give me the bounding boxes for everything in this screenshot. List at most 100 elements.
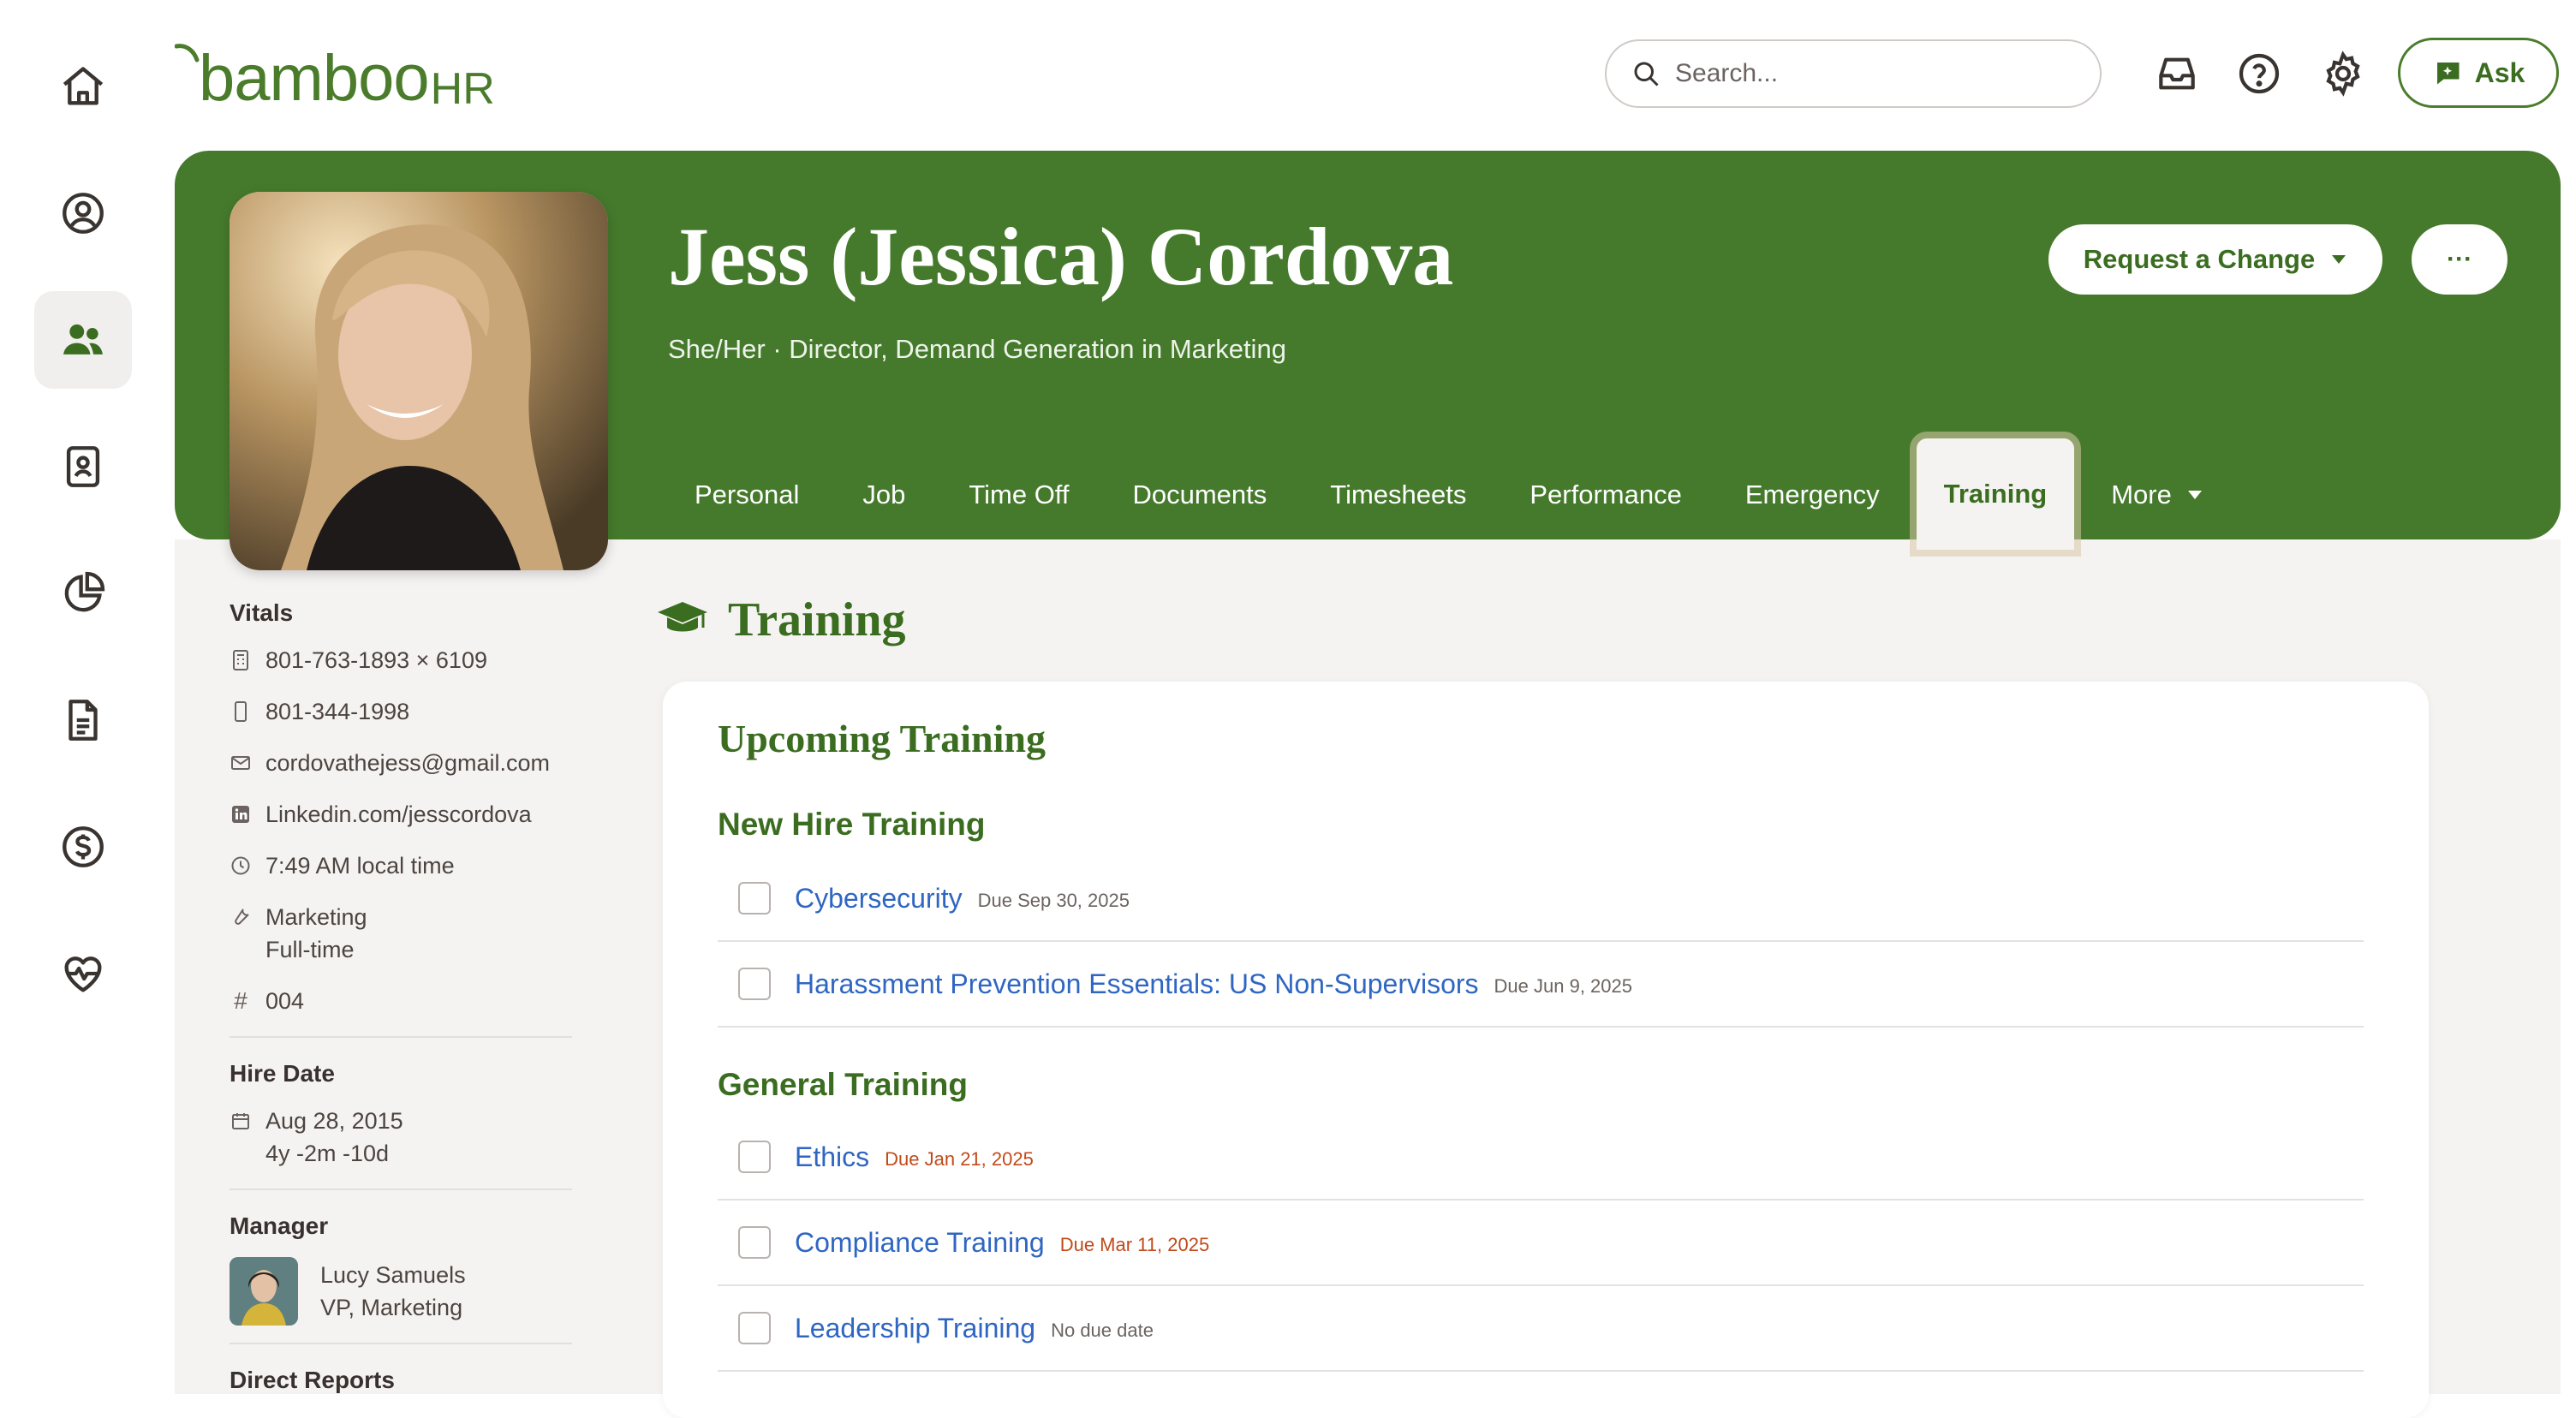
tab-time-off[interactable]: Time Off xyxy=(937,438,1100,551)
logo-suffix: HR xyxy=(430,64,495,114)
training-title-text: Training xyxy=(728,593,906,646)
manager-name[interactable]: Lucy Samuels xyxy=(320,1259,466,1291)
training-item: Harassment Prevention Essentials: US Non… xyxy=(718,942,2364,1028)
training-item: Ethics Due Jan 21, 2025 xyxy=(718,1115,2364,1201)
tenure: 4y -2m -10d xyxy=(265,1141,390,1166)
help-button[interactable] xyxy=(2232,46,2287,101)
training-link[interactable]: Leadership Training xyxy=(795,1313,1035,1344)
nav-reports[interactable] xyxy=(34,545,132,642)
training-link[interactable]: Compliance Training xyxy=(795,1227,1045,1259)
nav-directory[interactable] xyxy=(34,418,132,515)
training-checkbox[interactable] xyxy=(738,1312,771,1344)
hire-date-row: Aug 28, 2015 4y -2m -10d xyxy=(230,1105,572,1170)
linkedin-link[interactable]: Linkedin.com/jesscordova xyxy=(265,798,532,831)
due-date: No due date xyxy=(1051,1320,1154,1341)
nav-my-info[interactable] xyxy=(34,164,132,262)
calendar-icon xyxy=(232,1113,249,1129)
upcoming-training-heading: Upcoming Training xyxy=(718,717,1046,760)
chat-sparkle-icon xyxy=(2436,63,2460,85)
work-phone-row: 801-763-1893 × 6109 xyxy=(230,644,572,676)
request-change-label: Request a Change xyxy=(2083,244,2316,274)
ask-button[interactable]: Ask xyxy=(2398,38,2559,108)
manager-card[interactable]: Lucy Samuels VP, Marketing xyxy=(230,1257,572,1326)
nav-benefits[interactable] xyxy=(34,925,132,1022)
nav-home[interactable] xyxy=(34,38,132,135)
training-section-title: Training xyxy=(656,593,905,647)
user-circle-icon xyxy=(63,193,104,234)
due-date: Due Jan 21, 2025 xyxy=(885,1148,1034,1170)
training-checkbox[interactable] xyxy=(738,1141,771,1173)
training-link[interactable]: Cybersecurity xyxy=(795,883,963,915)
employee-number-row: # 004 xyxy=(230,985,572,1017)
email-link[interactable]: cordovathejess@gmail.com xyxy=(265,747,550,779)
mobile-phone[interactable]: 801-344-1998 xyxy=(265,695,409,728)
tab-documents[interactable]: Documents xyxy=(1100,438,1298,551)
nav-people[interactable] xyxy=(34,291,132,389)
nav-payroll[interactable] xyxy=(34,798,132,896)
bamboohr-logo[interactable]: bamboo HR xyxy=(175,43,495,111)
hire-date-heading: Hire Date xyxy=(230,1060,335,1087)
hire-date: Aug 28, 2015 xyxy=(265,1108,403,1134)
training-link[interactable]: Harassment Prevention Essentials: US Non… xyxy=(795,968,1479,1000)
local-time-row: 7:49 AM local time xyxy=(230,849,572,882)
training-card: Upcoming Training New Hire Training Cybe… xyxy=(663,682,2429,1418)
due-date: Due Jun 9, 2025 xyxy=(1494,975,1633,997)
linkedin-icon xyxy=(232,806,249,823)
request-change-button[interactable]: Request a Change xyxy=(2048,224,2382,295)
search-input[interactable] xyxy=(1673,58,2054,89)
work-phone[interactable]: 801-763-1893 × 6109 xyxy=(265,644,487,676)
clock-icon xyxy=(231,856,250,875)
desk-phone-icon xyxy=(233,650,248,670)
local-time: 7:49 AM local time xyxy=(265,853,455,879)
due-date: Due Sep 30, 2025 xyxy=(977,890,1130,911)
profile-photo-image xyxy=(230,192,608,570)
group-heading: General Training xyxy=(718,1067,968,1102)
vitals-heading: Vitals xyxy=(230,599,294,626)
tab-training[interactable]: Training xyxy=(1916,438,2075,550)
training-checkbox[interactable] xyxy=(738,968,771,1000)
tab-timesheets[interactable]: Timesheets xyxy=(1298,438,1498,551)
document-icon xyxy=(69,700,98,741)
due-date: Due Mar 11, 2025 xyxy=(1059,1234,1210,1255)
direct-reports-heading: Direct Reports xyxy=(230,1367,395,1393)
mobile-phone-row: 801-344-1998 xyxy=(230,695,572,728)
tab-personal[interactable]: Personal xyxy=(663,438,831,551)
tab-performance[interactable]: Performance xyxy=(1498,438,1713,551)
search-box[interactable] xyxy=(1605,39,2102,108)
tab-job[interactable]: Job xyxy=(831,438,937,551)
home-icon xyxy=(63,67,104,105)
training-link[interactable]: Ethics xyxy=(795,1141,869,1173)
envelope-icon xyxy=(231,756,250,770)
pie-chart-icon xyxy=(64,571,105,612)
manager-avatar-image xyxy=(230,1257,298,1326)
divider xyxy=(230,1036,572,1038)
heart-pulse-icon xyxy=(64,956,102,992)
training-checkbox[interactable] xyxy=(738,882,771,915)
training-checkbox[interactable] xyxy=(738,1226,771,1259)
profile-tabs: Personal Job Time Off Documents Timeshee… xyxy=(663,438,2236,550)
employee-number: 004 xyxy=(265,988,305,1014)
graduation-cap-icon xyxy=(658,602,707,632)
department: Marketing xyxy=(265,904,367,930)
nav-files[interactable] xyxy=(34,671,132,769)
manager-title: VP, Marketing xyxy=(320,1295,463,1320)
more-actions-button[interactable]: ··· xyxy=(2412,224,2507,295)
email-row: cordovathejess@gmail.com xyxy=(230,747,572,779)
employee-subtitle: She/Her · Director, Demand Generation in… xyxy=(668,334,1286,364)
profile-photo[interactable] xyxy=(230,192,608,570)
people-icon xyxy=(63,324,103,354)
inbox-button[interactable] xyxy=(2150,46,2204,101)
linkedin-row: Linkedin.com/jesscordova xyxy=(230,798,572,831)
gear-icon xyxy=(2326,51,2360,97)
training-item: Leadership Training No due date xyxy=(718,1286,2364,1372)
tab-emergency[interactable]: Emergency xyxy=(1714,438,1911,551)
dollar-circle-icon xyxy=(63,826,104,867)
tab-more[interactable]: More xyxy=(2079,438,2236,551)
inbox-icon xyxy=(2159,57,2195,90)
settings-button[interactable] xyxy=(2316,46,2370,101)
manager-avatar xyxy=(230,1257,298,1326)
left-nav-rail xyxy=(0,0,166,1394)
training-item: Cybersecurity Due Sep 30, 2025 xyxy=(718,856,2364,942)
caret-down-icon xyxy=(2332,255,2346,264)
search-icon xyxy=(1634,62,1659,86)
